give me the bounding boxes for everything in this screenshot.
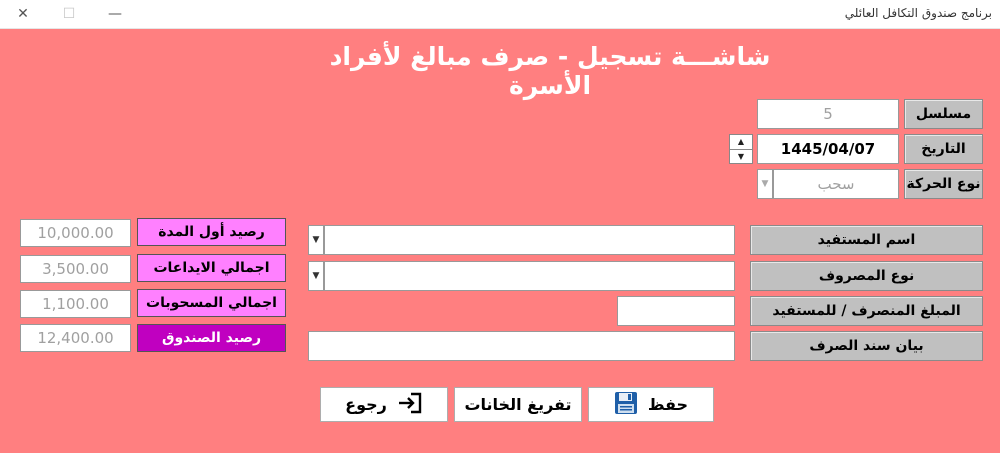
movement-type-select[interactable]: سحب: [773, 169, 899, 199]
beneficiary-combobox[interactable]: [324, 225, 735, 255]
save-button-label: حفظ: [647, 395, 689, 414]
clear-fields-button[interactable]: تفريغ الخانات: [454, 387, 582, 422]
spin-down-icon[interactable]: ▼: [730, 149, 752, 164]
minimize-icon[interactable]: —: [92, 0, 138, 28]
total-withdrawals-label: اجمالي المسحوبات: [137, 289, 286, 317]
date-field[interactable]: 1445/04/07: [757, 134, 899, 164]
serial-field[interactable]: 5: [757, 99, 899, 129]
opening-balance-value: 10,000.00: [20, 219, 131, 247]
window-titlebar: برنامج صندوق التكافل العائلي ✕ ☐ —: [0, 0, 1000, 29]
spin-up-icon[interactable]: ▲: [730, 135, 752, 149]
movement-dropdown-icon[interactable]: ▼: [757, 169, 773, 199]
expense-type-dropdown-icon[interactable]: ▼: [308, 261, 324, 291]
expense-type-combobox[interactable]: [324, 261, 735, 291]
total-withdrawals-value: 1,100.00: [20, 290, 131, 318]
beneficiary-dropdown-icon[interactable]: ▼: [308, 225, 324, 255]
back-button[interactable]: رجوع: [320, 387, 448, 422]
floppy-disk-icon: [614, 391, 638, 419]
statement-input[interactable]: [308, 331, 735, 361]
date-label: التاريخ: [904, 134, 983, 164]
clear-fields-label: تفريغ الخانات: [464, 395, 572, 414]
opening-balance-label: رصيد أول المدة: [137, 218, 286, 246]
page-title: شاشـــة تسجيل - صرف مبالغ لأفراد الأسرة: [329, 42, 771, 100]
total-deposits-label: اجمالي الايداعات: [137, 254, 286, 282]
amount-label: المبلغ المنصرف / للمستفيد: [750, 296, 983, 326]
fund-balance-value: 12,400.00: [20, 324, 131, 352]
maximize-icon[interactable]: ☐: [46, 0, 92, 28]
statement-label: بيان سند الصرف: [750, 331, 983, 361]
fund-balance-label: رصيد الصندوق: [137, 324, 286, 352]
movement-type-label: نوع الحركة: [904, 169, 983, 199]
expense-type-label: نوع المصروف: [750, 261, 983, 291]
serial-label: مسلسل: [904, 99, 983, 129]
save-button[interactable]: حفظ: [588, 387, 714, 422]
total-deposits-value: 3,500.00: [20, 255, 131, 283]
close-icon[interactable]: ✕: [0, 0, 46, 28]
amount-input[interactable]: [617, 296, 735, 326]
exit-door-icon: [397, 392, 423, 418]
beneficiary-label: اسم المستفيد: [750, 225, 983, 255]
window-title: برنامج صندوق التكافل العائلي: [844, 6, 992, 20]
date-spinner[interactable]: ▲ ▼: [729, 134, 753, 164]
back-button-label: رجوع: [345, 395, 387, 414]
